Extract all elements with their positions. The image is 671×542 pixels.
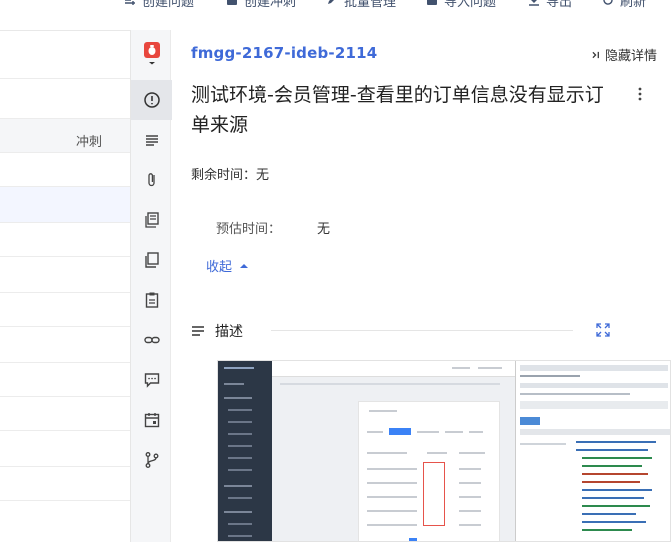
divider — [271, 330, 573, 331]
plus-list-icon — [125, 0, 135, 5]
list-row[interactable] — [0, 467, 130, 501]
import-issue-button[interactable]: 导入问题 — [426, 0, 496, 10]
list-row[interactable] — [0, 293, 130, 327]
issue-detail-panel: fmgg-2167-ideb-2114 隐藏详情 测试环境-会员管理-查看里的订… — [171, 30, 671, 542]
export-button[interactable]: 导出 — [528, 0, 572, 10]
list-row[interactable] — [0, 223, 130, 257]
refresh-label: 刷新 — [620, 0, 647, 10]
list-row[interactable] — [0, 257, 130, 293]
branch-icon — [145, 452, 158, 468]
upload-icon — [427, 0, 437, 5]
detail-tab-rail — [130, 30, 172, 542]
list-row[interactable] — [0, 397, 130, 431]
batch-manage-button[interactable]: 批量管理 — [326, 0, 396, 10]
refresh-button[interactable]: 刷新 — [602, 0, 646, 10]
list-row[interactable] — [0, 431, 130, 467]
tab-comments[interactable] — [131, 360, 172, 400]
tab-attachments[interactable] — [131, 160, 172, 200]
collapse-right-icon — [592, 51, 599, 58]
link-icon — [143, 336, 160, 344]
issue-list-pane: 冲刺 — [0, 30, 130, 542]
sprint-icon — [227, 0, 237, 5]
create-sprint-label: 创建冲刺 — [244, 0, 297, 10]
more-vertical-icon[interactable] — [637, 86, 643, 102]
screenshot-sidebar — [218, 361, 272, 541]
description-header: 描述 — [191, 321, 243, 341]
docs-icon — [144, 212, 159, 228]
list-row[interactable] — [0, 327, 130, 363]
tab-overview[interactable] — [131, 80, 172, 120]
copy-icon — [144, 252, 159, 268]
remaining-time: 剩余时间：无 — [191, 168, 270, 183]
list-row-selected[interactable] — [0, 187, 130, 223]
list-row[interactable] — [0, 153, 130, 187]
description-screenshot-image[interactable] — [217, 360, 671, 542]
export-label: 导出 — [546, 0, 573, 10]
top-toolbar: 创建问题 创建冲刺 批量管理 导入问题 导出 刷新 — [0, 0, 671, 10]
tab-details[interactable] — [131, 120, 172, 160]
collapse-toggle[interactable]: 收起 — [206, 256, 249, 275]
batch-manage-label: 批量管理 — [344, 0, 397, 10]
tab-checklist[interactable] — [131, 280, 172, 320]
paperclip-icon — [147, 173, 155, 187]
fullscreen-icon[interactable] — [595, 322, 611, 338]
tab-copy[interactable] — [131, 240, 172, 280]
list-row[interactable] — [0, 363, 130, 397]
issue-title[interactable]: 测试环境-会员管理-查看里的订单信息没有显示订单来源 — [191, 80, 611, 140]
collapse-label: 收起 — [206, 260, 233, 275]
tab-branches[interactable] — [131, 440, 172, 480]
issue-key-link[interactable]: fmgg-2167-ideb-2114 — [191, 44, 377, 62]
screenshot-content-card — [358, 401, 500, 541]
comment-icon — [144, 373, 159, 388]
create-issue-label: 创建问题 — [142, 0, 195, 10]
download-icon — [529, 0, 539, 6]
text-lines-icon — [192, 326, 204, 336]
create-sprint-button[interactable]: 创建冲刺 — [226, 0, 296, 10]
hide-detail-button[interactable]: 隐藏详情 — [592, 45, 657, 64]
description-label: 描述 — [215, 324, 243, 340]
create-issue-button[interactable]: 创建问题 — [124, 0, 194, 10]
list-row[interactable] — [0, 501, 130, 542]
list-row[interactable] — [0, 31, 130, 79]
list-column-header: 冲刺 — [0, 119, 130, 153]
issue-type-selector[interactable] — [131, 32, 172, 74]
estimate-time-label: 预估时间： — [216, 222, 282, 237]
info-circle-icon — [143, 92, 160, 108]
caret-up-icon — [240, 264, 249, 268]
tab-documents[interactable] — [131, 200, 172, 240]
import-issue-label: 导入问题 — [444, 0, 497, 10]
estimate-time-value[interactable]: 无 — [317, 218, 330, 237]
screenshot-devtools — [515, 361, 670, 541]
pencil-icon — [328, 0, 334, 4]
tab-schedule[interactable] — [131, 400, 172, 440]
list-row[interactable] — [0, 79, 130, 119]
calendar-icon — [144, 413, 159, 428]
clipboard-icon — [145, 292, 158, 308]
bug-type-icon — [143, 42, 160, 65]
hide-detail-label: 隐藏详情 — [604, 49, 657, 64]
list-lines-icon — [145, 135, 158, 146]
screenshot-topbar — [272, 361, 515, 377]
refresh-icon — [603, 0, 613, 5]
sprint-column-label: 冲刺 — [75, 135, 102, 150]
tab-links[interactable] — [131, 320, 172, 360]
